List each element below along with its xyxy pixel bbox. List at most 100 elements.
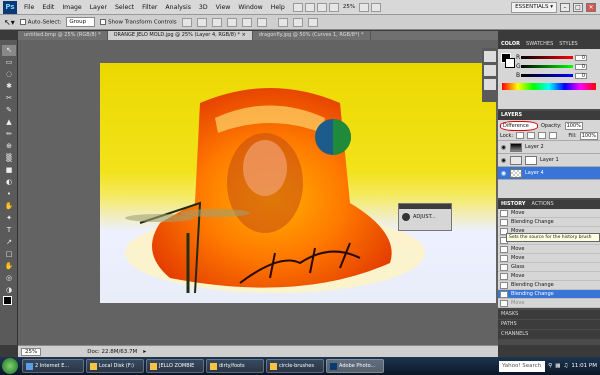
menu-filter[interactable]: Filter [138,0,161,15]
opacity-value[interactable]: 100% [564,121,583,130]
menu-analysis[interactable]: Analysis [161,0,195,15]
distribute-icon[interactable] [277,17,288,27]
quick-select-tool[interactable]: ✱ [2,81,16,92]
history-item[interactable]: Move [498,254,600,263]
eye-icon[interactable]: ◉ [500,157,507,164]
distribute-icon-2[interactable] [292,17,303,27]
menu-layer[interactable]: Layer [86,0,111,15]
masks-panel-tab[interactable]: MASKS [498,310,600,319]
paths-panel-tab[interactable]: PATHS [498,320,600,329]
taskbar-item[interactable]: Local Disk (F:) [86,359,144,373]
pen-tool[interactable]: ✦ [2,213,16,224]
red-value[interactable]: 0 [575,54,587,61]
eyedropper-tool[interactable]: ✎ [2,105,16,116]
menu-window[interactable]: Window [234,0,266,15]
zoom-tool-icon[interactable] [328,2,339,12]
tab-actions[interactable]: ACTIONS [532,200,554,209]
menu-3d[interactable]: 3D [195,0,212,15]
tab-color[interactable]: COLOR [501,40,520,49]
path-select-tool[interactable]: ↗ [2,237,16,248]
move-tool-icon[interactable]: ↖▾ [4,18,15,27]
lasso-tool[interactable]: ◌ [2,69,16,80]
history-item[interactable]: Move [498,245,600,254]
menu-view[interactable]: View [212,0,235,15]
minimize-button[interactable]: – [560,2,570,12]
transform-controls-checkbox[interactable] [100,18,107,25]
lock-transparency-icon[interactable] [516,132,525,139]
layer-row-layer-2[interactable]: ◉ Layer 2 [498,141,600,154]
status-menu-arrow-icon[interactable]: ▸ [143,348,146,355]
tab-history[interactable]: HISTORY [501,200,526,209]
hand-tool[interactable]: ✋ [2,261,16,272]
menu-help[interactable]: Help [267,0,289,15]
history-item[interactable]: Blending Change [498,281,600,290]
clone-source-icon[interactable] [484,79,496,90]
arrange-documents-icon[interactable] [359,2,370,12]
auto-select-checkbox[interactable] [19,18,26,25]
clock[interactable]: 11:01 PM [571,363,597,369]
close-button[interactable]: ✕ [586,2,596,12]
history-item[interactable]: Glass [498,263,600,272]
clone-stamp-tool[interactable]: ⊕ [2,141,16,152]
volume-icon[interactable]: ♫ [563,363,568,369]
eraser-tool[interactable]: ■ [2,165,16,176]
mini-bridge-icon[interactable] [304,2,315,12]
color-bg-swatch[interactable] [505,58,515,68]
document-image[interactable]: ADJUST... [100,63,496,303]
brush-panel-icon[interactable] [484,65,496,76]
zoom-level[interactable]: 25% [343,4,355,10]
layer-name[interactable]: Layer 2 [525,144,544,150]
search-icon[interactable]: ⚲ [548,363,552,369]
align-top-icon[interactable] [181,17,192,27]
crop-tool[interactable]: ✂ [2,93,16,104]
3d-rotate-tool[interactable]: ◑ [2,285,16,296]
zoom-tool[interactable]: ◎ [2,273,16,284]
history-item[interactable]: Move [498,209,600,218]
yahoo-search-box[interactable]: Yahoo! Search [499,360,546,372]
gradient-tool[interactable]: ◐ [2,177,16,188]
green-value[interactable]: 0 [575,63,587,70]
layer-name[interactable]: Layer 1 [540,157,559,163]
status-zoom[interactable]: 25% [21,347,42,356]
lock-all-icon[interactable] [549,132,558,139]
history-item[interactable]: Move [498,299,600,308]
channels-panel-tab[interactable]: CHANNELS [498,330,600,339]
fill-value[interactable]: 100% [579,131,598,140]
menu-select[interactable]: Select [111,0,138,15]
brush-tool[interactable]: ✏ [2,129,16,140]
bridge-icon[interactable] [292,2,303,12]
taskbar-item-active[interactable]: Adobe Photo... [326,359,384,373]
eye-icon[interactable]: ◉ [500,144,507,151]
history-item[interactable]: Blending Change [498,218,600,227]
tab-dragonfly[interactable]: dragonfly.jpg @ 50% (Curves 1, RGB/8*) * [253,31,371,40]
history-item-selected[interactable]: Blending Change [498,290,600,299]
layer-row-layer-4[interactable]: ◉ Layer 4 [498,167,600,180]
restore-button[interactable]: □ [573,2,583,12]
start-button[interactable] [2,358,18,374]
color-spectrum-bar[interactable] [502,83,596,90]
type-tool[interactable]: T [2,225,16,236]
screen-mode-icon[interactable] [371,2,382,12]
tab-orange-jelo-mold[interactable]: ORANGE JELO MOLD.jpg @ 25% (Layer 4, RGB… [107,31,253,40]
transform-controls-toggle[interactable]: Show Transform Controls [100,18,177,25]
layer-name[interactable]: Layer 4 [525,170,544,176]
adjustments-mini-panel[interactable]: ADJUST... [398,203,452,231]
menu-file[interactable]: File [20,0,38,15]
taskbar-item[interactable]: dirty/foots [206,359,264,373]
align-center-icon[interactable] [241,17,252,27]
eye-icon[interactable]: ◉ [500,170,507,177]
lock-position-icon[interactable] [538,132,547,139]
tab-paths[interactable]: PATHS [501,320,517,329]
hand-tool-icon[interactable] [316,2,327,12]
lock-pixels-icon[interactable] [527,132,536,139]
adjust-icon[interactable] [402,213,410,221]
dodge-tool[interactable]: ✋ [2,201,16,212]
layer-row-layer-1[interactable]: ◉ Layer 1 [498,154,600,167]
shape-tool[interactable]: □ [2,249,16,260]
tab-layers[interactable]: LAYERS [501,111,522,120]
tab-swatches[interactable]: SWATCHES [526,40,553,49]
adjust-label[interactable]: ADJUST... [413,214,436,220]
blue-slider-row[interactable]: B0 [498,71,600,80]
foreground-color-swatch[interactable] [3,296,12,305]
history-panel-icon[interactable] [484,51,496,62]
